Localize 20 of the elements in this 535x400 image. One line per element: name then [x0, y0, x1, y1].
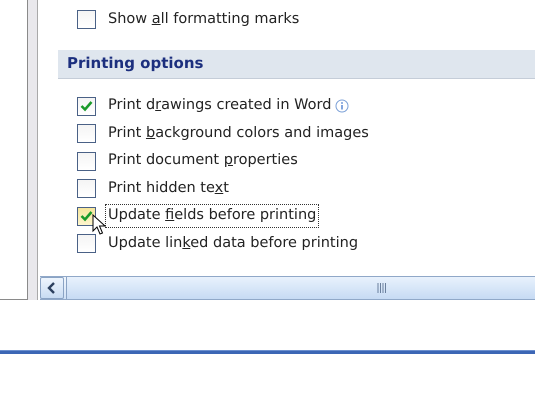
option-label[interactable]: Print hidden text [105, 176, 232, 201]
section-header: Printing options [58, 50, 535, 78]
check-icon [80, 100, 93, 112]
scroll-left-button[interactable] [40, 277, 64, 299]
mouse-cursor-icon [92, 214, 106, 236]
grip-icon [377, 283, 387, 293]
check-icon [80, 210, 93, 222]
checkbox[interactable] [77, 96, 96, 116]
option-label[interactable]: Show all formatting marks [105, 8, 302, 32]
checkbox[interactable] [77, 234, 96, 254]
checkbox[interactable] [77, 179, 96, 198]
checkbox[interactable] [77, 10, 96, 30]
option-label[interactable]: Update linked data before printing [105, 232, 362, 256]
option-label[interactable]: Print document properties [105, 149, 301, 174]
info-icon[interactable] [335, 99, 350, 114]
checkbox[interactable] [77, 152, 96, 171]
option-label[interactable]: Update fields before printing [105, 204, 320, 228]
checkbox[interactable] [77, 124, 96, 144]
option-label[interactable]: Print background colors and images [105, 122, 372, 146]
option-label[interactable]: Print drawings created in Word [105, 94, 334, 118]
